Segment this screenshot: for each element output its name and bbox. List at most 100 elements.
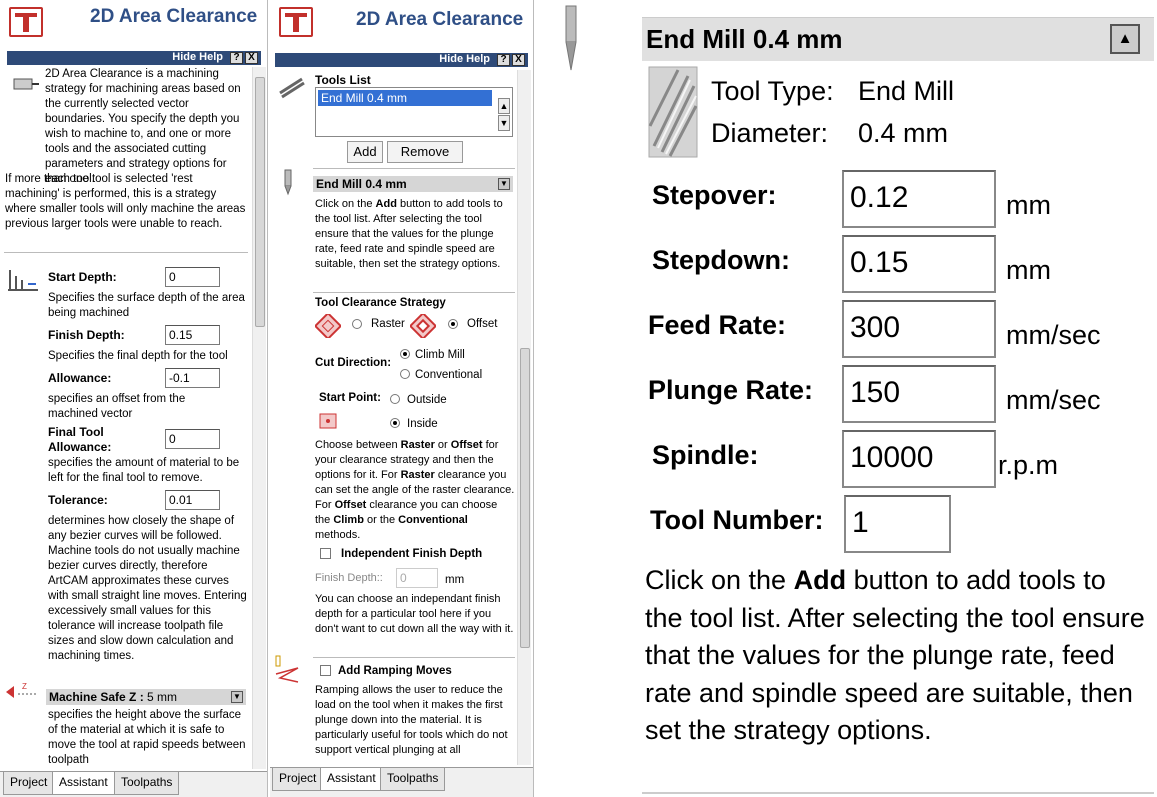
climb-mill-label: Climb Mill [415,349,465,361]
inside-radio[interactable] [390,418,400,428]
outside-radio[interactable] [390,394,400,404]
spindle-label: Spindle: [652,440,759,470]
tool-type-value: End Mill [858,76,955,106]
add-tool-button[interactable]: Add [347,141,383,163]
independent-finish-help: You can choose an independant finish dep… [315,593,514,635]
tab-assistant[interactable]: Assistant [320,768,383,791]
hide-help-link[interactable]: Hide Help [439,53,490,65]
conventional-radio[interactable] [400,369,410,379]
add-ramping-help: Ramping allows the user to reduce the lo… [315,684,508,756]
artcam-logo-icon [279,7,313,37]
feed-rate-input[interactable]: 300 [842,300,996,358]
safe-z-icon: Z [6,682,36,698]
strategy-label: Tool Clearance Strategy [315,297,446,309]
final-tool-allowance-input[interactable]: 0 [165,429,220,449]
tool-number-input[interactable]: 1 [844,495,951,553]
allowance-input[interactable]: -0.1 [165,368,220,388]
svg-text:Z: Z [22,682,27,691]
offset-label: Offset [467,318,498,330]
start-depth-label: Start Depth: [48,270,117,284]
raster-radio[interactable] [352,319,362,329]
area-clearance-panel-left: 2D Area Clearance Hide Help ? X 2D Area … [0,0,268,797]
tool-type-label: Tool Type: [711,76,834,106]
conventional-label: Conventional [415,369,483,381]
independent-finish-label: Independent Finish Depth [341,548,483,560]
help-close-icon[interactable]: X [245,52,258,64]
depth-icon [8,270,38,291]
feed-rate-label: Feed Rate: [648,310,787,340]
raster-icon [315,314,341,338]
finish-depth-help: Specifies the final depth for the tool [48,350,228,362]
outside-label: Outside [407,394,447,406]
hide-help-link[interactable]: Hide Help [172,51,223,63]
plunge-rate-input[interactable]: 150 [842,365,996,423]
scroll-up-icon[interactable]: ▲ [498,98,510,114]
start-point-icon [319,413,337,429]
final-tool-allowance-label: Final Tool Allowance: [48,425,112,454]
ramping-icon [275,655,299,683]
tool-header[interactable]: End Mill 0.4 mm ▼ [313,176,513,192]
climb-mill-radio[interactable] [400,349,410,359]
strategy-help: Choose between Raster or Offset for your… [315,439,515,541]
start-point-label: Start Point: [319,392,381,404]
start-depth-help: Specifies the surface depth of the area … [48,292,245,319]
tool-header-label: End Mill 0.4 mm [646,24,843,54]
plunge-rate-label: Plunge Rate: [648,375,814,405]
chevron-up-icon[interactable]: ▲ [1110,24,1140,54]
end-mill-icon [565,5,577,71]
tool-detail-zoom: End Mill 0.4 mm ▲ Tool Type: End Mill Di… [536,0,1157,797]
tab-project[interactable]: Project [3,772,55,795]
offset-radio[interactable] [448,319,458,329]
page-title: 2D Area Clearance [356,9,524,30]
tab-assistant[interactable]: Assistant [52,772,115,795]
stepdown-unit: mm [1006,255,1051,285]
start-depth-input[interactable]: 0 [165,267,220,287]
help-bar: Hide Help ? X [7,51,261,65]
tool-header[interactable]: End Mill 0.4 mm ▲ [642,17,1154,61]
list-item[interactable]: End Mill 0.4 mm [318,90,492,106]
scroll-thumb[interactable] [255,77,265,327]
tool-help: Click on the Add button to add tools to … [645,565,1145,745]
left-scrollbar[interactable] [252,67,266,769]
tolerance-input[interactable]: 0.01 [165,490,220,510]
toolpath-icon [13,78,39,90]
middle-scrollbar[interactable] [517,70,531,765]
plunge-rate-unit: mm/sec [1006,385,1101,415]
scroll-down-icon[interactable]: ▼ [498,115,510,131]
help-bar: Hide Help ? X [275,53,528,67]
chevron-down-icon[interactable]: ▼ [231,691,243,703]
stepover-input[interactable]: 0.12 [842,170,996,228]
finish-depth-label: Finish Depth: [48,328,125,342]
tool-number-label: Tool Number: [650,505,824,535]
tab-bar: Project Assistant Toolpaths [270,767,533,797]
help-question-icon[interactable]: ? [230,52,243,64]
area-clearance-panel-middle: 2D Area Clearance Hide Help ? X Tools Li… [270,0,534,797]
tool-header-label: End Mill 0.4 mm [316,177,407,191]
finish-depth-input[interactable]: 0.15 [165,325,220,345]
final-tool-allowance-help: specifies the amount of material to be l… [48,457,240,484]
raster-label: Raster [371,318,405,330]
help-question-icon[interactable]: ? [497,54,510,66]
tool-help: Click on the Add button to add tools to … [315,198,503,270]
safe-z-header[interactable]: Machine Safe Z : 5 mm ▼ [46,689,246,705]
scroll-thumb[interactable] [520,348,530,648]
tab-project[interactable]: Project [272,768,324,791]
safe-z-value: 5 mm [147,690,178,704]
safe-z-label: Machine Safe Z : [49,690,144,704]
spindle-input[interactable]: 10000 [842,430,996,488]
diameter-label: Diameter: [711,118,829,148]
remove-tool-button[interactable]: Remove [387,141,463,163]
tab-toolpaths[interactable]: Toolpaths [114,772,180,795]
tolerance-label: Tolerance: [48,493,108,507]
independent-finish-checkbox[interactable] [320,548,331,559]
finish-depth-input[interactable]: 0 [396,568,438,588]
finish-depth-unit: mm [445,574,465,586]
chevron-down-icon[interactable]: ▼ [498,178,510,190]
tab-toolpaths[interactable]: Toolpaths [380,768,446,791]
help-close-icon[interactable]: X [512,54,525,66]
allowance-help: specifies an offset from the machined ve… [48,393,186,420]
add-ramping-checkbox[interactable] [320,665,331,676]
stepdown-input[interactable]: 0.15 [842,235,996,293]
tab-bar: Project Assistant Toolpaths [0,771,267,797]
tools-list[interactable]: End Mill 0.4 mm ▲ ▼ [315,87,513,137]
